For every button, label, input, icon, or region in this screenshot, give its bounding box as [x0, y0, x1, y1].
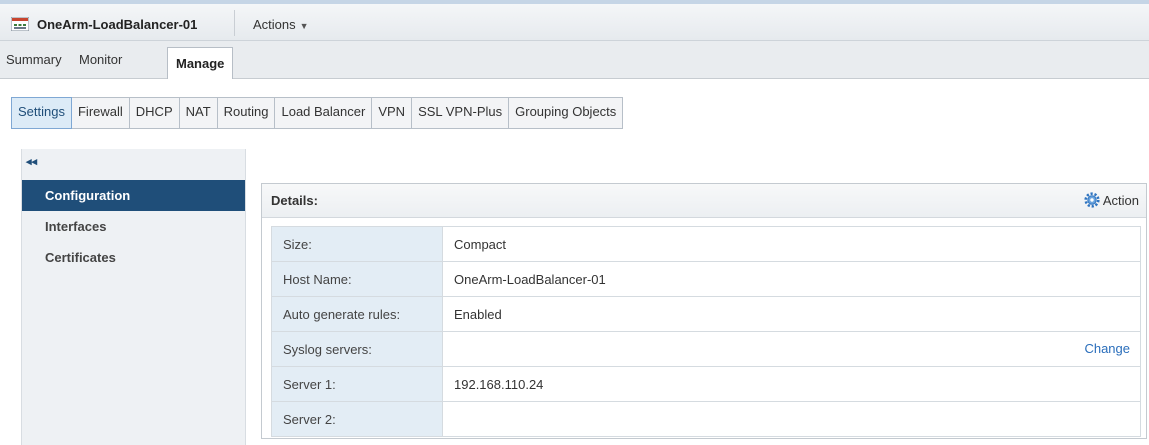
edge-appliance-icon	[11, 17, 29, 31]
subtab-firewall[interactable]: Firewall	[72, 98, 130, 128]
subtab-settings[interactable]: Settings	[11, 97, 72, 129]
gear-icon	[1084, 192, 1100, 208]
table-row: Server 2:	[271, 401, 1141, 437]
object-name: OneArm-LoadBalancer-01	[37, 17, 198, 32]
action-label: Action	[1102, 192, 1139, 208]
subtab-grouping-objects[interactable]: Grouping Objects	[509, 98, 622, 128]
object-title-bar: OneArm-LoadBalancer-01 Actions ▼	[0, 4, 1149, 41]
title-divider	[234, 10, 235, 36]
double-chevron-left-icon[interactable]: ◂◂	[26, 155, 37, 168]
auto-generate-rules-label: Auto generate rules:	[271, 296, 443, 332]
server-2-value	[442, 401, 1141, 437]
server-1-value: 192.168.110.24	[442, 366, 1141, 402]
caret-down-icon: ▼	[299, 21, 309, 31]
subtab-ssl-vpn-plus[interactable]: SSL VPN-Plus	[412, 98, 510, 128]
auto-generate-rules-value: Enabled	[442, 296, 1141, 332]
actions-label: Actions	[253, 17, 296, 32]
server-2-label: Server 2:	[271, 401, 443, 437]
subtab-vpn[interactable]: VPN	[372, 98, 413, 128]
settings-subtab-bar: Settings Firewall DHCP NAT Routing Load …	[11, 97, 624, 129]
syslog-servers-label: Syslog servers:	[271, 331, 443, 367]
size-label: Size:	[271, 226, 443, 262]
table-row: Syslog servers: Change	[271, 331, 1141, 367]
details-table: Size: Compact Host Name: OneArm-LoadBala…	[271, 226, 1141, 437]
actions-menu-button[interactable]: Actions ▼	[253, 17, 309, 32]
tab-manage[interactable]: Manage	[167, 47, 234, 79]
size-value: Compact	[442, 226, 1141, 262]
table-row: Host Name: OneArm-LoadBalancer-01	[271, 261, 1141, 297]
change-link[interactable]: Change	[1084, 341, 1130, 356]
details-title: Details:	[271, 193, 318, 208]
syslog-servers-value: Change	[442, 331, 1141, 367]
host-name-label: Host Name:	[271, 261, 443, 297]
subtab-dhcp[interactable]: DHCP	[130, 98, 180, 128]
sidebar-item-interfaces[interactable]: Interfaces	[22, 211, 245, 242]
sidebar-item-certificates[interactable]: Certificates	[22, 242, 245, 273]
main-tab-bar: Summary Monitor Manage	[0, 41, 1149, 79]
server-1-label: Server 1:	[271, 366, 443, 402]
action-button[interactable]: Action	[1084, 192, 1139, 208]
host-name-value: OneArm-LoadBalancer-01	[442, 261, 1141, 297]
table-row: Size: Compact	[271, 226, 1141, 262]
details-panel: Details: Action Size: Compact Host Name:…	[261, 183, 1147, 439]
table-row: Server 1: 192.168.110.24	[271, 366, 1141, 402]
tab-monitor[interactable]: Monitor	[79, 52, 122, 67]
table-row: Auto generate rules: Enabled	[271, 296, 1141, 332]
subtab-nat[interactable]: NAT	[180, 98, 218, 128]
settings-sidebar: ◂◂ Configuration Interfaces Certificates	[21, 149, 246, 445]
subtab-routing[interactable]: Routing	[218, 98, 276, 128]
sidebar-item-configuration[interactable]: Configuration	[22, 180, 245, 211]
details-panel-header: Details: Action	[262, 184, 1146, 218]
tab-summary[interactable]: Summary	[6, 52, 62, 67]
subtab-load-balancer[interactable]: Load Balancer	[275, 98, 373, 128]
